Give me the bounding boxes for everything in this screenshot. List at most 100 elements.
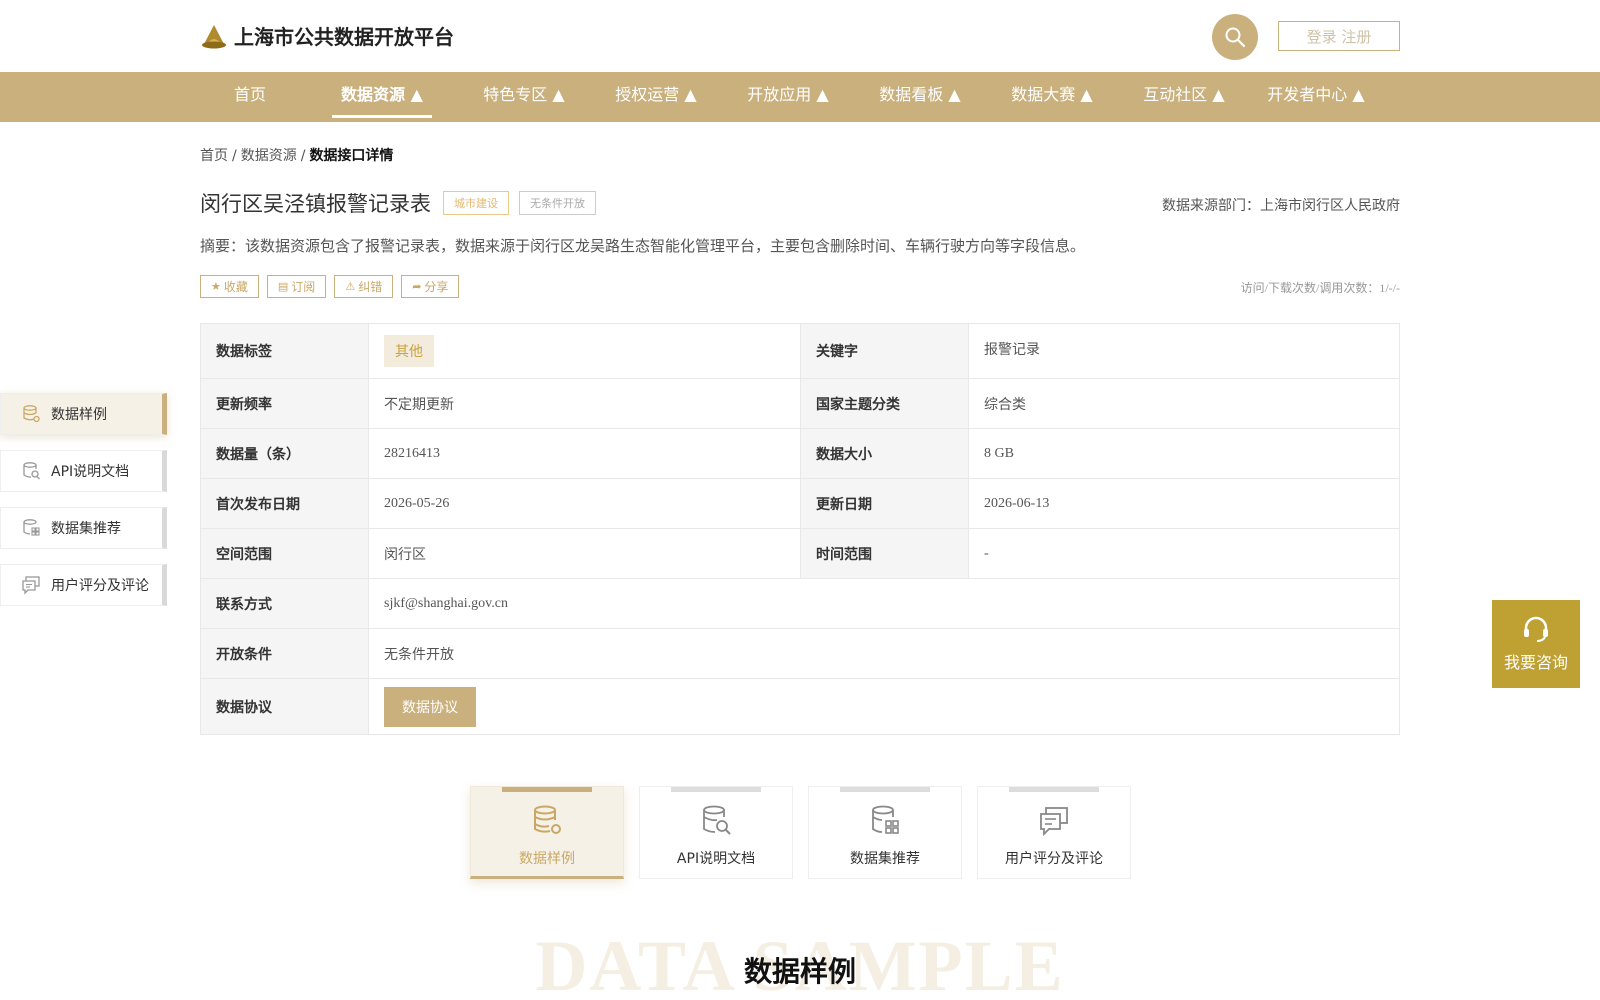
report-error-button[interactable]: ⚠ 纠错: [334, 275, 394, 298]
share-icon: ➦: [412, 280, 422, 293]
headset-icon: [1524, 616, 1548, 642]
first-publish-label: 首次发布日期: [200, 478, 369, 529]
site-header: 上海市公共数据开放平台 登录 注册: [0, 0, 1600, 72]
database-gear-icon: [23, 405, 40, 423]
open-type-tag: 无条件开放: [519, 191, 596, 215]
tab-indicator: [1009, 787, 1099, 792]
breadcrumb: 首页 / 数据资源 / 数据接口详情: [200, 145, 393, 165]
main-nav: 首页 数据资源 ▲ 特色专区 ▲ 授权运营 ▲ 开放应用 ▲ 数据看板 ▲ 数据…: [0, 72, 1600, 122]
nav-item-special-zone[interactable]: 特色专区 ▲: [466, 72, 582, 122]
breadcrumb-parent[interactable]: 数据资源: [241, 148, 297, 164]
spatial-scope-value: 闵行区: [368, 528, 801, 579]
tab-data-sample[interactable]: 数据样例: [470, 786, 624, 879]
subscribe-button[interactable]: ▤ 订阅: [266, 275, 327, 298]
data-tag-chip[interactable]: 其他: [384, 335, 434, 367]
agreement-label: 数据协议: [200, 678, 369, 735]
title-row: 闵行区吴泾镇报警记录表 城市建设 无条件开放: [200, 188, 596, 218]
nav-item-data-resources[interactable]: 数据资源 ▲: [332, 72, 432, 122]
star-icon: ★: [211, 280, 221, 293]
data-size-value: 8 GB: [968, 428, 1400, 479]
search-button[interactable]: [1212, 14, 1258, 60]
database-search-icon: [703, 805, 731, 835]
sidebar-item-label: 用户评分及评论: [51, 578, 149, 594]
nav-item-community[interactable]: 互动社区 ▲: [1126, 72, 1242, 122]
time-range-value: -: [968, 528, 1400, 579]
nav-item-open-apps[interactable]: 开放应用 ▲: [730, 72, 846, 122]
table-row: 联系方式 sjkf@shanghai.gov.cn: [200, 578, 1400, 629]
section-title: 数据样例: [743, 955, 856, 988]
nav-item-developer-center[interactable]: 开发者中心 ▲: [1258, 72, 1374, 122]
nav-item-home[interactable]: 首页: [222, 72, 278, 122]
data-tag-cell: 其他: [368, 323, 801, 379]
nav-item-data-dashboard[interactable]: 数据看板 ▲: [862, 72, 978, 122]
tab-indicator: [840, 787, 930, 792]
site-logo[interactable]: 上海市公共数据开放平台: [200, 21, 454, 50]
breadcrumb-home[interactable]: 首页: [200, 148, 228, 164]
category-tag: 城市建设: [443, 191, 509, 215]
spatial-scope-label: 空间范围: [200, 528, 369, 579]
national-theme-value: 综合类: [968, 378, 1400, 429]
update-date-label: 更新日期: [800, 478, 969, 529]
summary-text: 摘要：该数据资源包含了报警记录表，数据来源于闵行区龙吴路生态智能化管理平台，主要…: [200, 237, 1086, 255]
nav-item-authorized-operation[interactable]: 授权运营 ▲: [598, 72, 714, 122]
table-row: 数据协议 数据协议: [200, 678, 1400, 735]
data-tag-label: 数据标签: [200, 323, 369, 379]
database-gear-icon: [534, 805, 561, 834]
table-row: 首次发布日期 2026-05-26 更新日期 2026-06-13: [200, 478, 1400, 529]
sidebar-item-api-docs[interactable]: API说明文档: [0, 450, 167, 492]
breadcrumb-separator: /: [232, 148, 237, 164]
table-row: 数据标签 其他 关键字 报警记录: [200, 323, 1400, 379]
time-range-label: 时间范围: [800, 528, 969, 579]
consult-label: 我要咨询: [1503, 653, 1568, 672]
favorite-button[interactable]: ★ 收藏: [200, 275, 259, 298]
open-condition-value: 无条件开放: [368, 628, 1400, 679]
visit-counts: 访问/下载次数/调用次数：1/-/-: [1240, 281, 1400, 295]
subscribe-label: 订阅: [291, 280, 316, 294]
site-name: 上海市公共数据开放平台: [234, 25, 454, 49]
warning-icon: ⚠: [345, 280, 356, 293]
national-theme-label: 国家主题分类: [800, 378, 969, 429]
sidebar-item-ratings-comments[interactable]: 用户评分及评论: [0, 564, 167, 606]
keyword-value: 报警记录: [968, 323, 1400, 379]
update-frequency-value: 不定期更新: [368, 378, 801, 429]
consult-button[interactable]: 我要咨询: [1492, 600, 1580, 688]
action-row: ★ 收藏 ▤ 订阅 ⚠ 纠错 ➦ 分享: [200, 275, 467, 298]
table-row: 开放条件 无条件开放: [200, 628, 1400, 679]
breadcrumb-current: 数据接口详情: [309, 148, 394, 164]
sidebar-item-dataset-recommend[interactable]: 数据集推荐: [0, 507, 167, 549]
database-grid-icon: [872, 805, 899, 834]
tab-dataset-recommend[interactable]: 数据集推荐: [808, 786, 962, 879]
login-register-button[interactable]: 登录 注册: [1278, 21, 1400, 51]
agreement-cell: 数据协议: [368, 678, 1400, 735]
open-condition-label: 开放条件: [200, 628, 369, 679]
update-date-value: 2026-06-13: [968, 478, 1400, 529]
comment-icon: [1040, 807, 1068, 837]
breadcrumb-separator: /: [300, 148, 306, 164]
bookmark-icon: ▤: [277, 280, 289, 293]
tab-label: 数据样例: [519, 851, 575, 867]
share-label: 分享: [424, 280, 449, 294]
keyword-label: 关键字: [800, 323, 969, 379]
share-button[interactable]: ➦ 分享: [401, 275, 460, 298]
nav-item-data-contest[interactable]: 数据大赛 ▲: [994, 72, 1110, 122]
tab-indicator: [671, 787, 761, 792]
page-title: 闵行区吴泾镇报警记录表: [200, 192, 431, 216]
sidebar-item-data-sample[interactable]: 数据样例: [0, 393, 167, 435]
tab-label: 数据集推荐: [850, 851, 920, 867]
contact-value: sjkf@shanghai.gov.cn: [368, 578, 1400, 629]
sidebar-item-label: API说明文档: [51, 464, 130, 480]
comment-icon: [22, 576, 40, 595]
tab-label: API说明文档: [676, 851, 756, 867]
table-row: 数据量（条） 28216413 数据大小 8 GB: [200, 428, 1400, 479]
sidebar-item-label: 数据集推荐: [51, 521, 121, 537]
record-count-value: 28216413: [368, 428, 801, 479]
contact-label: 联系方式: [200, 578, 369, 629]
record-count-label: 数据量（条）: [200, 428, 369, 479]
favorite-label: 收藏: [223, 280, 248, 294]
tab-api-docs[interactable]: API说明文档: [639, 786, 793, 879]
data-agreement-button[interactable]: 数据协议: [384, 686, 476, 727]
first-publish-value: 2026-05-26: [368, 478, 801, 529]
table-row: 空间范围 闵行区 时间范围 -: [200, 528, 1400, 579]
report-label: 纠错: [358, 280, 383, 294]
tab-ratings-comments[interactable]: 用户评分及评论: [977, 786, 1131, 879]
